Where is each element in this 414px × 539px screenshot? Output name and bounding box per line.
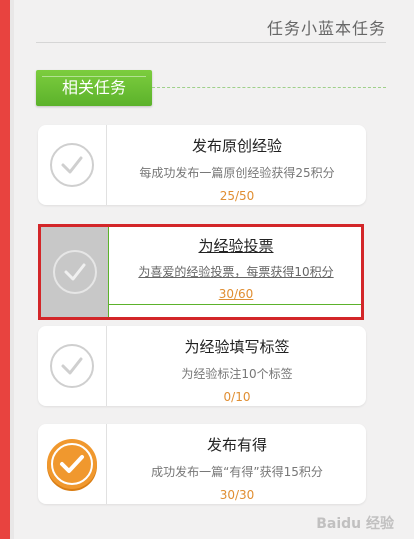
task-title: 发布有得 [206, 436, 267, 454]
tab-related-tasks[interactable]: 相关任务 [36, 70, 152, 106]
task-description: 每成功发布一篇原创经验获得25积分 [139, 166, 335, 180]
task-description: 成功发布一篇“有得”获得15积分 [151, 465, 323, 479]
header-divider [36, 42, 386, 43]
page-title: 任务小蓝本任务 [266, 19, 386, 38]
left-accent-bar [0, 0, 10, 539]
check-circle-icon [50, 143, 94, 187]
task-title: 发布原创经验 [191, 137, 282, 155]
task-progress: 30/30 [219, 488, 255, 502]
task-description: 为经验标注10个标签 [181, 367, 293, 381]
task-card-publish-original[interactable]: 发布原创经验 每成功发布一篇原创经验获得25积分 25/50 [38, 125, 366, 205]
panel-edge [10, 0, 14, 539]
baidu-watermark: Baidu 经验 [316, 516, 394, 532]
section-divider [152, 87, 386, 88]
check-circle-icon [50, 344, 94, 388]
task-progress: 0/10 [223, 390, 251, 404]
task-card-publish-youde[interactable]: 发布有得 成功发布一篇“有得”获得15积分 30/30 [38, 424, 366, 504]
task-card-add-tags[interactable]: 为经验填写标签 为经验标注10个标签 0/10 [38, 326, 366, 406]
task-title: 为经验填写标签 [184, 338, 290, 356]
highlight-box [38, 224, 364, 320]
task-progress: 25/50 [219, 189, 255, 203]
completed-check-icon [47, 439, 97, 489]
